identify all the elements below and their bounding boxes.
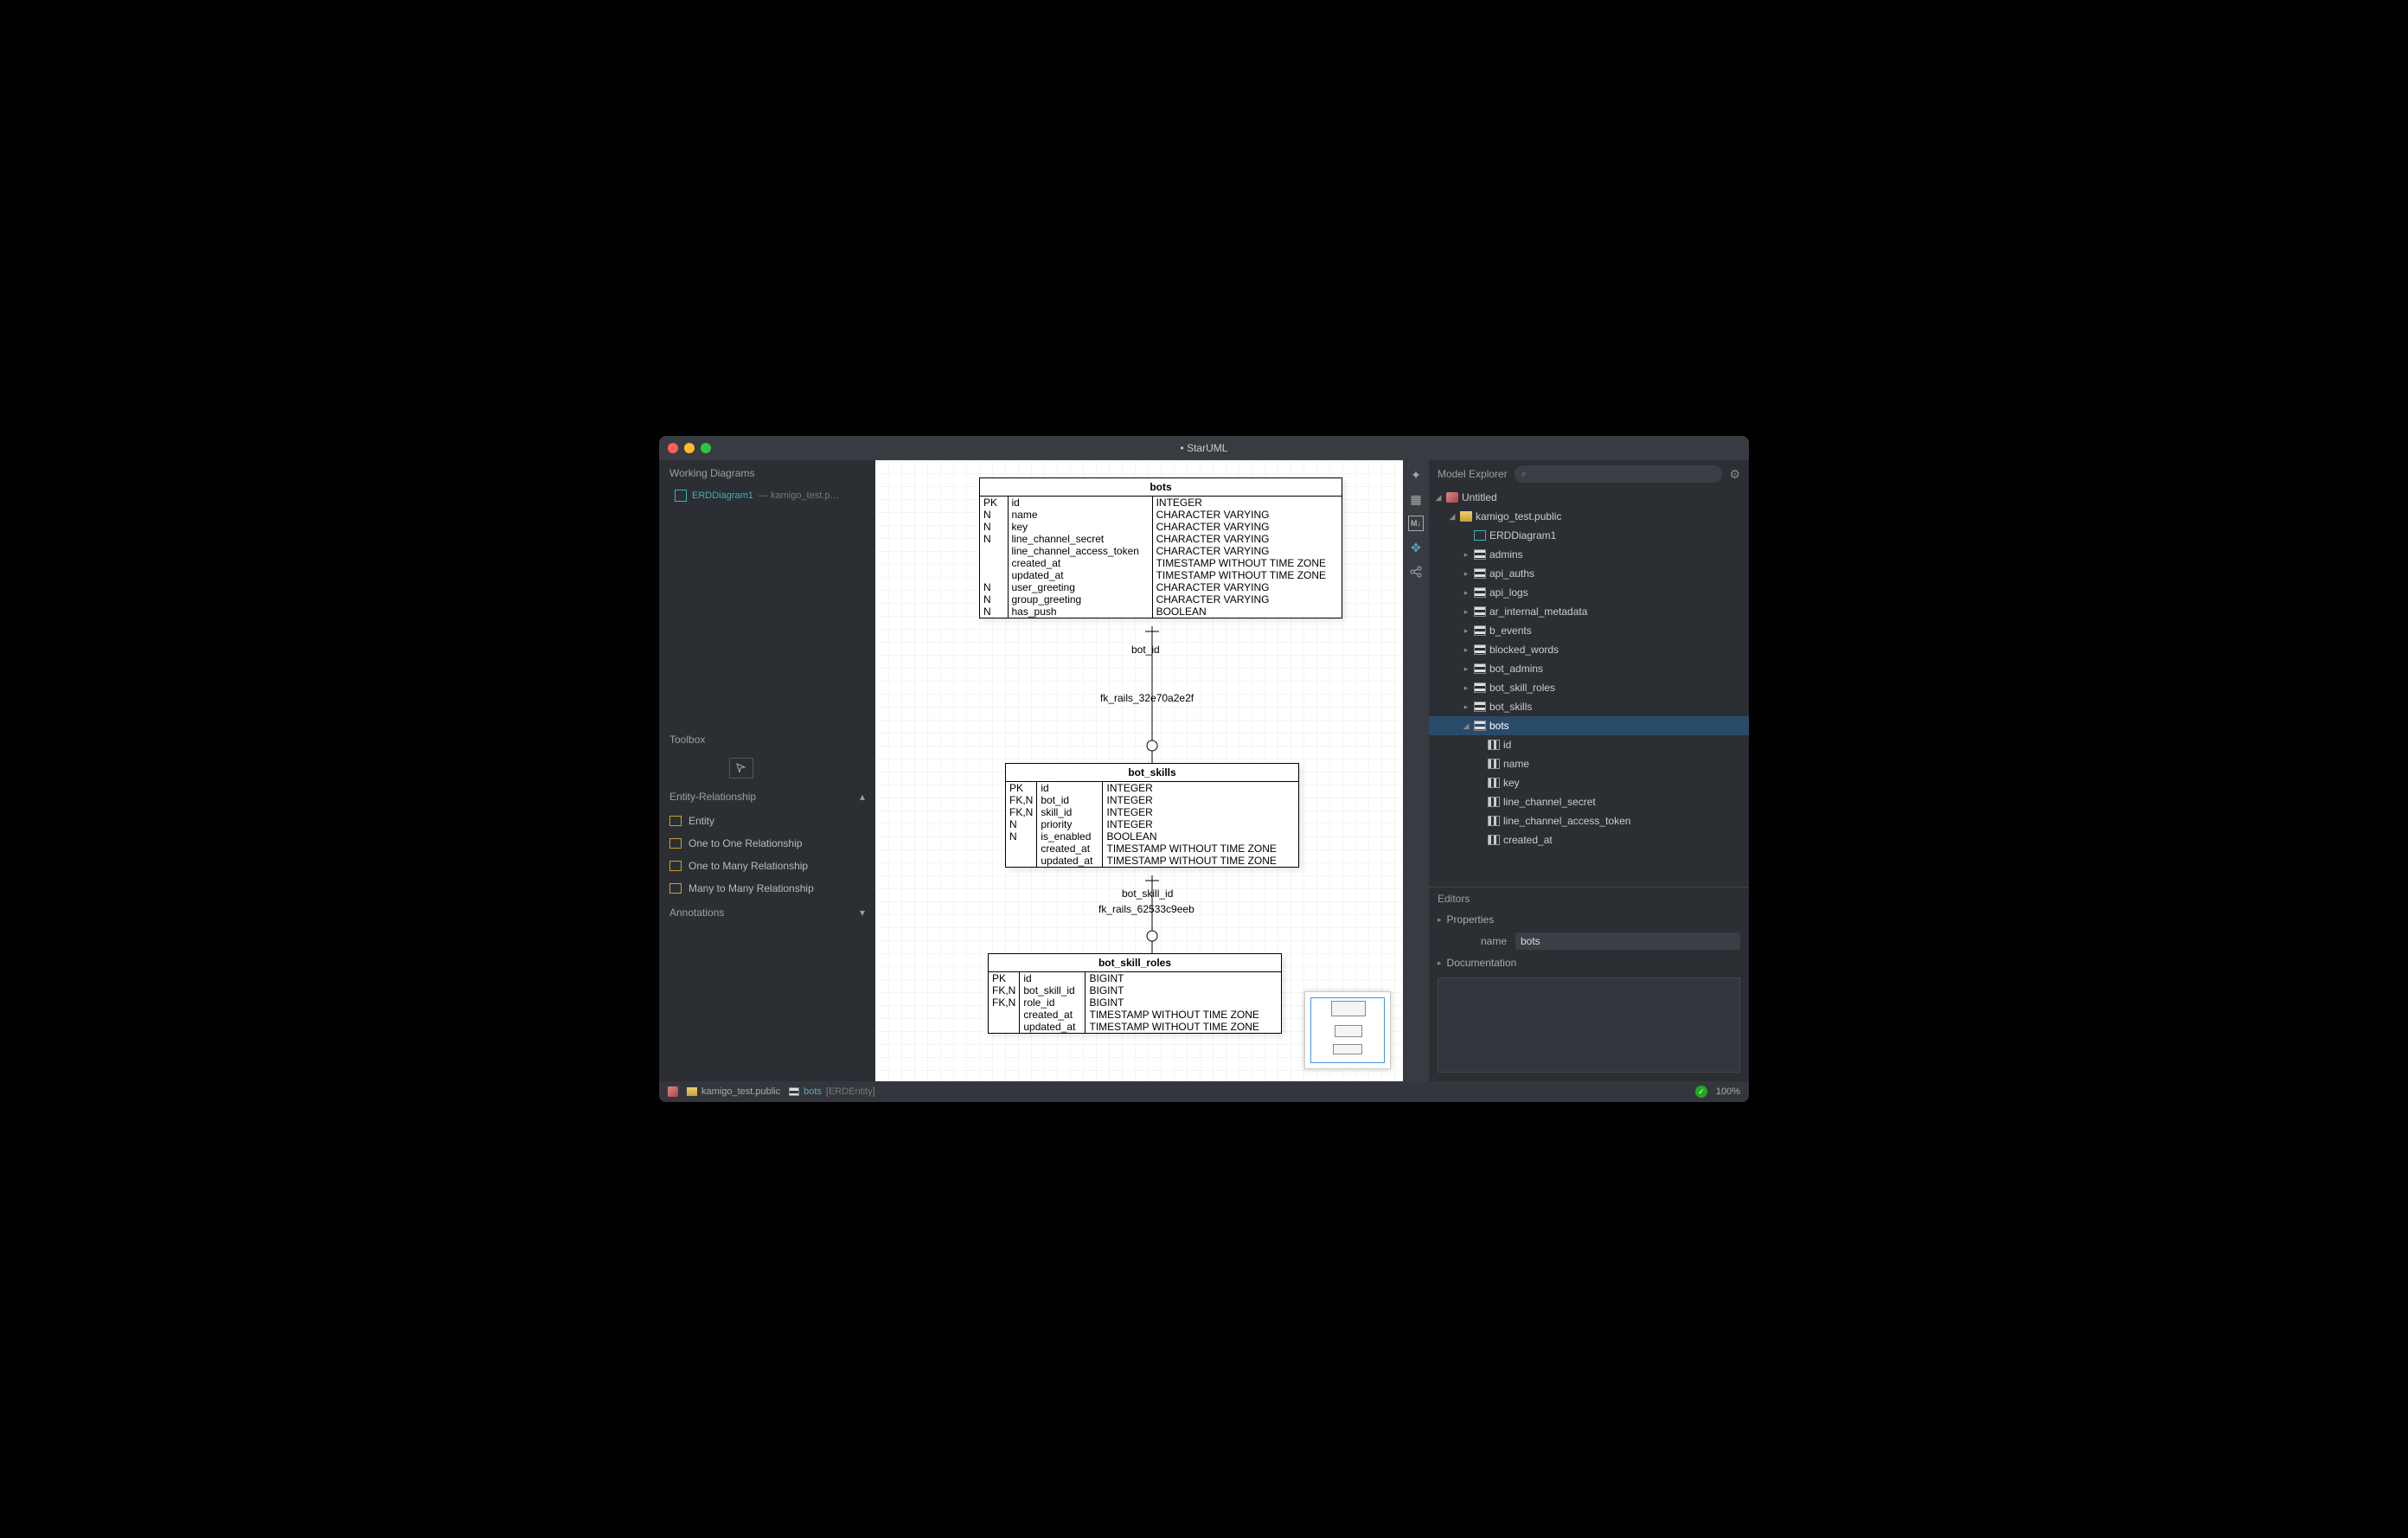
target-icon[interactable]: ✥ [1408, 540, 1424, 555]
toolbox-header[interactable]: Toolbox [659, 727, 875, 753]
zoom-level[interactable]: 100% [1716, 1086, 1740, 1097]
tree-node-bot-skills[interactable]: ▸bot_skills [1429, 697, 1749, 716]
diagram-canvas[interactable]: botsPKidINTEGERNnameCHARACTER VARYINGNke… [875, 460, 1403, 1081]
documentation-box[interactable] [1438, 977, 1740, 1073]
diagram-sub: — kamigo_test.p… [759, 490, 840, 501]
properties-section[interactable]: ▸Properties [1429, 910, 1749, 929]
tree-node-key[interactable]: key [1429, 773, 1749, 792]
share-icon[interactable] [1408, 564, 1424, 580]
tree-node-id[interactable]: id [1429, 735, 1749, 754]
erd-label: bot_id [1131, 644, 1160, 656]
tree-node-erddiagram1[interactable]: ERDDiagram1 [1429, 526, 1749, 545]
tree-node-blocked-words[interactable]: ▸blocked_words [1429, 640, 1749, 659]
vertical-toolbar: ✦ ▦ M↓ ✥ [1403, 460, 1429, 1081]
tool-one-to-one-relationship[interactable]: One to One Relationship [659, 832, 875, 855]
status-bar: kamigo_test.public bots[ERDEntity] ✓ 100… [659, 1081, 1749, 1102]
erd-label: bot_skill_id [1122, 888, 1173, 900]
breadcrumb-entity[interactable]: bots[ERDEntity] [789, 1086, 875, 1097]
tool-group-annotations[interactable]: Annotations▾ [659, 900, 875, 926]
erd-icon [675, 490, 687, 502]
erd-label: fk_rails_32e70a2e2f [1100, 692, 1194, 704]
entity-bots[interactable]: botsPKidINTEGERNnameCHARACTER VARYINGNke… [979, 477, 1342, 618]
breadcrumb-root[interactable] [668, 1086, 678, 1097]
tree-node-line-channel-access-token[interactable]: line_channel_access_token [1429, 811, 1749, 830]
entity-bot_skills[interactable]: bot_skillsPKidINTEGERFK,Nbot_idINTEGERFK… [1005, 763, 1299, 868]
titlebar[interactable]: • StarUML [659, 436, 1749, 460]
tree-node-line-channel-secret[interactable]: line_channel_secret [1429, 792, 1749, 811]
status-ok-icon[interactable]: ✓ [1695, 1086, 1707, 1098]
app-window: • StarUML Working Diagrams ERDDiagram1 —… [659, 436, 1749, 1102]
erd-label: fk_rails_62533c9eeb [1098, 903, 1194, 915]
minimap[interactable] [1304, 991, 1391, 1069]
editors-panel: Editors ▸Properties name ▸Documentation [1429, 887, 1749, 1081]
extension-icon[interactable]: ✦ [1408, 467, 1424, 483]
left-sidebar: Working Diagrams ERDDiagram1 — kamigo_te… [659, 460, 875, 1081]
tree-node-untitled[interactable]: ◢Untitled [1429, 488, 1749, 507]
minimize-icon[interactable] [684, 443, 695, 453]
name-field[interactable] [1515, 932, 1740, 950]
editors-title: Editors [1429, 888, 1749, 910]
tree-node-name[interactable]: name [1429, 754, 1749, 773]
close-icon[interactable] [668, 443, 678, 453]
tree-node-bots[interactable]: ◢bots [1429, 716, 1749, 735]
tool-entity[interactable]: Entity [659, 810, 875, 832]
tree-node-api-auths[interactable]: ▸api_auths [1429, 564, 1749, 583]
working-diagram-item[interactable]: ERDDiagram1 — kamigo_test.p… [659, 486, 875, 505]
documentation-section[interactable]: ▸Documentation [1429, 953, 1749, 972]
window-controls [668, 443, 711, 453]
working-diagrams-header[interactable]: Working Diagrams [659, 460, 875, 486]
tree-node-bot-skill-roles[interactable]: ▸bot_skill_roles [1429, 678, 1749, 697]
tree-node-b-events[interactable]: ▸b_events [1429, 621, 1749, 640]
tree-node-bot-admins[interactable]: ▸bot_admins [1429, 659, 1749, 678]
grid-icon[interactable]: ▦ [1408, 491, 1424, 507]
search-input[interactable]: ⌕ [1515, 465, 1723, 483]
entity-bot_skill_roles[interactable]: bot_skill_rolesPKidBIGINTFK,Nbot_skill_i… [988, 953, 1282, 1034]
maximize-icon[interactable] [701, 443, 711, 453]
gear-icon[interactable]: ⚙ [1729, 467, 1740, 482]
markdown-icon[interactable]: M↓ [1408, 516, 1424, 531]
selection-tool[interactable] [729, 758, 753, 779]
tree-node-created-at[interactable]: created_at [1429, 830, 1749, 849]
diagram-name: ERDDiagram1 [692, 490, 753, 501]
tool-many-to-many-relationship[interactable]: Many to Many Relationship [659, 877, 875, 900]
tree-node-kamigo-test-public[interactable]: ◢kamigo_test.public [1429, 507, 1749, 526]
model-tree[interactable]: ◢Untitled◢kamigo_test.publicERDDiagram1▸… [1429, 488, 1749, 887]
tree-node-ar-internal-metadata[interactable]: ▸ar_internal_metadata [1429, 602, 1749, 621]
tree-node-api-logs[interactable]: ▸api_logs [1429, 583, 1749, 602]
right-sidebar: Model Explorer ⌕ ⚙ ◢Untitled◢kamigo_test… [1429, 460, 1749, 1081]
tool-one-to-many-relationship[interactable]: One to Many Relationship [659, 855, 875, 877]
model-explorer-title: Model Explorer [1438, 468, 1508, 480]
breadcrumb-package[interactable]: kamigo_test.public [687, 1086, 780, 1097]
tree-node-admins[interactable]: ▸admins [1429, 545, 1749, 564]
tool-group-er[interactable]: Entity-Relationship▴ [659, 784, 875, 810]
window-title: • StarUML [659, 442, 1749, 454]
name-label: name [1438, 935, 1507, 947]
canvas-area: botsPKidINTEGERNnameCHARACTER VARYINGNke… [875, 460, 1403, 1081]
